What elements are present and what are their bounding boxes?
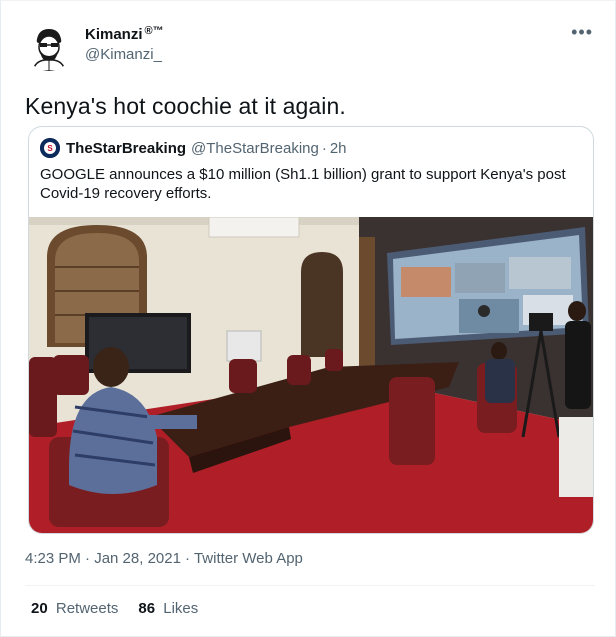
tweet-source[interactable]: Twitter Web App: [194, 550, 303, 567]
quoted-author-avatar: S: [40, 138, 60, 158]
author-name-text[interactable]: Kimanzi: [85, 26, 143, 43]
divider-top: [25, 585, 595, 586]
tweet-card: Kimanzi ®™ @Kimanzi_ ••• Kenya's hot coo…: [0, 0, 616, 637]
tweet-header: Kimanzi ®™ @Kimanzi_ •••: [25, 23, 595, 73]
svg-text:S: S: [47, 144, 53, 153]
quoted-tweet-time[interactable]: 2h: [330, 140, 347, 157]
more-options-icon[interactable]: •••: [571, 23, 593, 41]
quoted-tweet-header: S TheStarBreaking @TheStarBreaking · 2h: [40, 138, 347, 158]
tweet-timestamp[interactable]: 4:23 PM · Jan 28, 2021: [25, 550, 181, 567]
likes-count: 86: [138, 600, 156, 617]
quoted-author-handle[interactable]: @TheStarBreaking: [191, 140, 319, 157]
quoted-tweet-text: GOOGLE announces a $10 million (Sh1.1 bi…: [40, 166, 566, 202]
author-handle[interactable]: @Kimanzi_: [85, 46, 164, 63]
name-symbols: ®™: [144, 24, 164, 37]
author-avatar[interactable]: [25, 23, 73, 71]
retweets-stat[interactable]: 20 Retweets: [31, 600, 118, 617]
separator-dot: ·: [321, 139, 327, 157]
meta-separator: ·: [184, 550, 190, 567]
tweet-stats: 20 Retweets 86 Likes: [31, 600, 198, 617]
tweet-text: Kenya's hot coochie at it again.: [25, 93, 346, 119]
tweet-meta: 4:23 PM · Jan 28, 2021 · Twitter Web App: [25, 550, 303, 567]
retweets-label: Retweets: [55, 600, 119, 617]
author-display-name[interactable]: Kimanzi ®™: [85, 24, 164, 44]
likes-stat[interactable]: 86 Likes: [138, 600, 198, 617]
likes-label: Likes: [163, 600, 199, 617]
retweets-count: 20: [31, 600, 48, 617]
quoted-author-name[interactable]: TheStarBreaking: [66, 140, 186, 157]
quoted-tweet[interactable]: S TheStarBreaking @TheStarBreaking · 2h …: [28, 126, 594, 534]
quoted-tweet-photo[interactable]: [29, 216, 593, 533]
